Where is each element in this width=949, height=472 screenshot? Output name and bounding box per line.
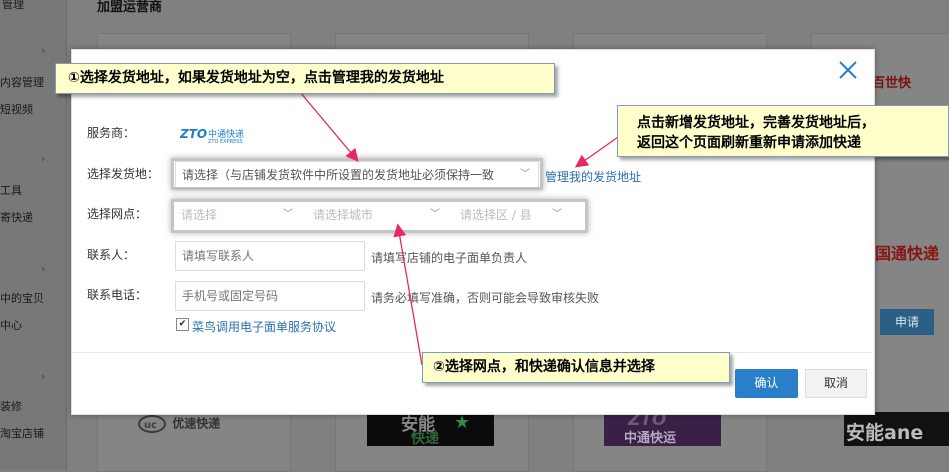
annotation-step2: ②选择网点，和快递确认信息并选择 xyxy=(422,352,730,383)
annotation-step-add-address-line1: 点击新增发货地址，完善发货地址后， xyxy=(637,115,875,131)
annotation-step-add-address: 点击新增发货地址，完善发货地址后， 返回这个页面刷新重新申请添加快递 xyxy=(617,105,949,157)
annotation-step1: ①选择发货地址，如果发货地址为空，点击管理我的发货地址 xyxy=(55,63,555,94)
arrow-to-branch xyxy=(393,223,423,366)
annotation-step-add-address-line2: 返回这个页面刷新重新申请添加快递 xyxy=(637,135,861,151)
arrow-to-address xyxy=(299,91,359,162)
